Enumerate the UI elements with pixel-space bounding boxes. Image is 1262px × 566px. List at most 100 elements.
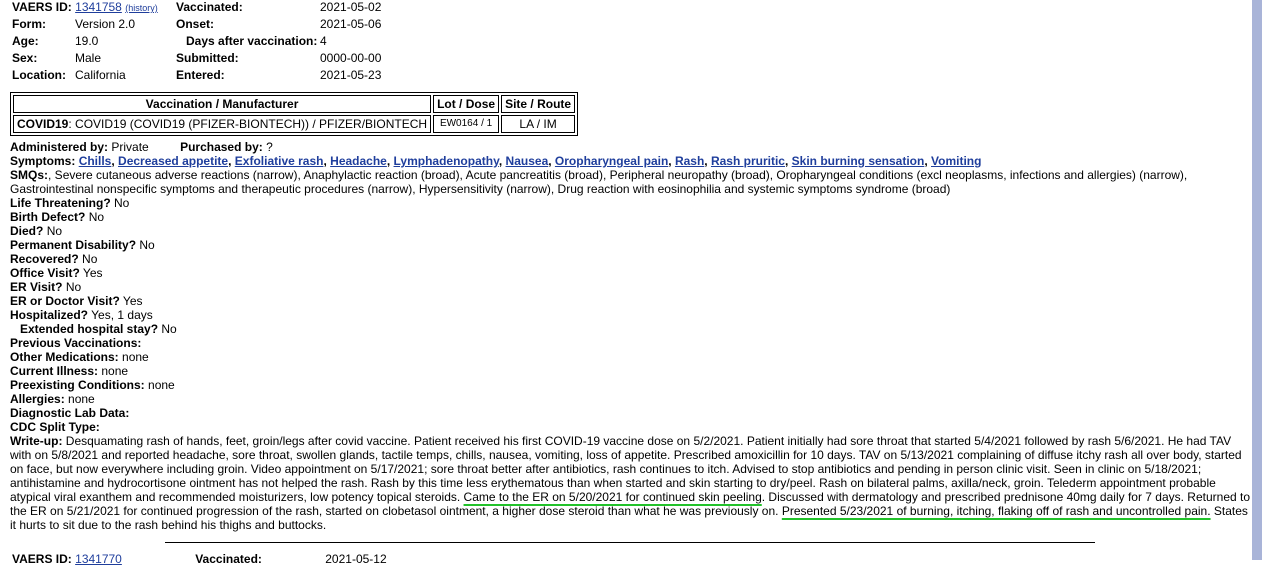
field-value: No <box>88 210 105 224</box>
field-value: Yes <box>122 294 143 308</box>
symptom-link[interactable]: Vomiting <box>931 154 981 168</box>
onset-value: 2021-05-06 <box>320 17 382 31</box>
field-label: ER or Doctor Visit? <box>10 294 120 308</box>
field-row: Recovered? No <box>10 252 1250 266</box>
symptom-link[interactable]: Rash pruritic <box>711 154 785 168</box>
smqs-row: SMQs:, Severe cutaneous adverse reaction… <box>10 168 1250 196</box>
field-value: Yes, 1 days <box>91 308 153 322</box>
field-value: No <box>82 252 98 266</box>
field-row: Died? No <box>10 224 1250 238</box>
field-row: CDC Split Type: <box>10 420 1250 434</box>
field-label: Extended hospital stay? <box>20 322 159 336</box>
field-row: ER Visit? No <box>10 280 1250 294</box>
field-row: Life Threatening? No <box>10 196 1250 210</box>
field-label: Office Visit? <box>10 266 80 280</box>
field-row: Diagnostic Lab Data: <box>10 406 1250 420</box>
form-label: Form: <box>12 17 46 31</box>
field-row: Birth Defect? No <box>10 210 1250 224</box>
symptom-link[interactable]: Chills <box>79 154 112 168</box>
col-header-vaccination: Vaccination / Manufacturer <box>13 95 432 113</box>
symptoms-row: Symptoms: Chills, Decreased appetite, Ex… <box>10 154 982 168</box>
symptom-link[interactable]: Decreased appetite <box>118 154 228 168</box>
next-vaers-id-label: VAERS ID: <box>12 552 72 566</box>
next-record-header: VAERS ID: 1341770 Vaccinated: 2021-05-12 <box>12 552 387 566</box>
field-label: Previous Vaccinations: <box>10 336 142 350</box>
purchased-value: ? <box>266 140 273 154</box>
lot-dose-cell: EW0164 / 1 <box>433 115 500 133</box>
col-header-lot-dose: Lot / Dose <box>433 95 500 113</box>
next-vaccinated-value: 2021-05-12 <box>325 552 387 566</box>
symptom-link[interactable]: Lymphadenopathy <box>394 154 499 168</box>
next-vaccinated-label: Vaccinated: <box>195 552 262 566</box>
onset-label: Onset: <box>176 17 215 31</box>
field-value: No <box>114 196 130 210</box>
field-label: Hospitalized? <box>10 308 89 322</box>
sex-label: Sex: <box>12 51 38 65</box>
field-label: Recovered? <box>10 252 79 266</box>
field-value: none <box>101 364 129 378</box>
writeup-label: Write-up: <box>10 434 63 448</box>
record-header: VAERS ID: 1341758 (history) Form: Versio… <box>10 0 1250 88</box>
field-row: Extended hospital stay? No <box>10 322 1250 336</box>
symptom-link[interactable]: Oropharyngeal pain <box>555 154 668 168</box>
field-label: Diagnostic Lab Data: <box>10 406 130 420</box>
symptom-link[interactable]: Nausea <box>506 154 549 168</box>
vaccination-table-header: Vaccination / Manufacturer Lot / Dose Si… <box>13 95 576 113</box>
next-vaers-id-link[interactable]: 1341770 <box>75 552 122 566</box>
field-row: Preexisting Conditions: none <box>10 378 1250 392</box>
field-row: Hospitalized? Yes, 1 days <box>10 308 1250 322</box>
symptom-link[interactable]: Headache <box>330 154 387 168</box>
days-after-value: 4 <box>320 34 327 48</box>
writeup-highlight: Presented 5/23/2021 of burning, itching,… <box>781 504 1211 518</box>
sex-value: Male <box>75 51 102 65</box>
submitted-label: Submitted: <box>176 51 239 65</box>
vaers-id-link[interactable]: 1341758 <box>75 0 122 14</box>
vaers-id-row: VAERS ID: 1341758 (history) <box>12 0 158 15</box>
field-value: none <box>122 350 149 364</box>
vax-type: COVID19 <box>17 117 69 131</box>
administered-value: Private <box>111 140 149 154</box>
field-label: Current Illness: <box>10 364 99 378</box>
field-label: Life Threatening? <box>10 196 111 210</box>
location-label: Location: <box>12 68 66 82</box>
smqs-label: SMQs: <box>10 168 49 182</box>
history-link[interactable]: (history) <box>125 3 158 13</box>
field-row: Permanent Disability? No <box>10 238 1250 252</box>
age-value: 19.0 <box>75 34 99 48</box>
symptom-link[interactable]: Skin burning sensation <box>792 154 925 168</box>
submitted-value: 0000-00-00 <box>320 51 382 65</box>
administered-row: Administered by: Private Purchased by: ? <box>10 140 1250 154</box>
age-label: Age: <box>12 34 39 48</box>
vaccination-table: Vaccination / Manufacturer Lot / Dose Si… <box>10 92 579 136</box>
vaers-record: VAERS ID: 1341758 (history) Form: Versio… <box>10 0 1250 566</box>
record-body: Administered by: Private Purchased by: ?… <box>10 140 1250 532</box>
writeup: Write-up: Desquamating rash of hands, fe… <box>10 434 1250 532</box>
entered-label: Entered: <box>176 68 225 82</box>
col-header-site-route: Site / Route <box>501 95 576 113</box>
field-row: Allergies: none <box>10 392 1250 406</box>
field-value: none <box>148 378 175 392</box>
vaers-id-label: VAERS ID: <box>12 0 72 14</box>
symptom-link[interactable]: Exfoliative rash <box>235 154 324 168</box>
days-after-label: Days after vaccination: <box>186 34 318 48</box>
symptoms-label: Symptoms: <box>10 154 76 168</box>
field-label: ER Visit? <box>10 280 63 294</box>
field-label: Died? <box>10 224 44 238</box>
field-value: none <box>68 392 95 406</box>
symptom-link[interactable]: Rash <box>675 154 704 168</box>
field-label: Other Medications: <box>10 350 119 364</box>
window-frame <box>1252 0 1262 560</box>
field-value: No <box>65 280 82 294</box>
vax-name: : COVID19 (COVID19 (PFIZER-BIONTECH)) / … <box>68 117 428 131</box>
field-label: Permanent Disability? <box>10 238 137 252</box>
field-value: No <box>139 238 155 252</box>
location-value: California <box>75 68 126 82</box>
field-row: Previous Vaccinations: <box>10 336 1250 350</box>
table-row: COVID19: COVID19 (COVID19 (PFIZER-BIONTE… <box>13 115 576 133</box>
form-value: Version 2.0 <box>75 17 136 31</box>
field-label: Birth Defect? <box>10 210 86 224</box>
field-label: Allergies: <box>10 392 65 406</box>
field-row: Office Visit? Yes <box>10 266 1250 280</box>
vaccinated-value: 2021-05-02 <box>320 0 382 14</box>
field-row: Current Illness: none <box>10 364 1250 378</box>
